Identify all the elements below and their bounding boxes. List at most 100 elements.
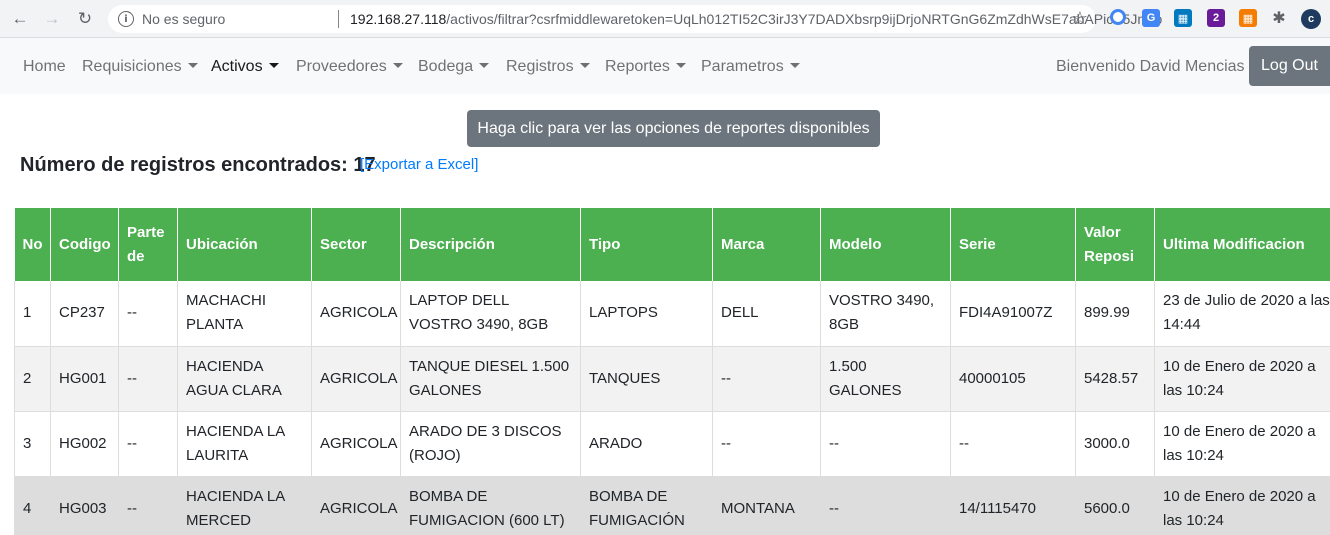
cell-ubicacion: MACHACHI PLANTA	[177, 281, 312, 347]
cell-valor: 3000.0	[1075, 411, 1155, 477]
header-ultima-modificacion[interactable]: Ultima Modificacion	[1154, 208, 1330, 281]
cell-serie: 40000105	[950, 346, 1076, 412]
welcome-text: Bienvenido David Mencias	[1056, 58, 1245, 75]
cell-tipo: ARADO	[580, 411, 713, 477]
assets-table: No Codigo Parte de Ubicación Sector Desc…	[14, 208, 1330, 535]
header-modelo[interactable]: Modelo	[820, 208, 951, 281]
header-no[interactable]: No	[14, 208, 51, 281]
cell-sector: AGRICOLA	[311, 476, 401, 535]
address-bar[interactable]: i No es seguro 192.168.27.118/activos/fi…	[108, 5, 1162, 33]
cell-codigo: HG002	[50, 411, 119, 477]
header-serie[interactable]: Serie	[950, 208, 1076, 281]
cell-modelo: 1.500 GALONES	[820, 346, 951, 412]
cell-sector: AGRICOLA	[311, 346, 401, 412]
cell-no: 2	[14, 346, 51, 412]
caret-down-icon	[675, 63, 686, 68]
cell-ubicacion: HACIENDA LA MERCED	[177, 476, 312, 535]
cell-descripcion: LAPTOP DELL VOSTRO 3490, 8GB	[400, 281, 581, 347]
cell-marca: --	[712, 411, 821, 477]
nav-activos[interactable]: Activos	[211, 58, 279, 76]
cell-marca: --	[712, 346, 821, 412]
cell-parte-de: --	[118, 411, 178, 477]
caret-down-icon	[579, 63, 590, 68]
export-excel-link[interactable]: [Exportar a Excel]	[360, 156, 478, 173]
header-ubicacion[interactable]: Ubicación	[177, 208, 312, 281]
cell-modificacion: 10 de Enero de 2020 a las 10:24	[1154, 411, 1330, 477]
cell-codigo: HG001	[50, 346, 119, 412]
records-count-heading: Número de registros encontrados: 17	[20, 154, 376, 176]
cell-serie: FDI4A91007Z	[950, 281, 1076, 347]
browser-toolbar: ← → ↻ i No es seguro 192.168.27.118/acti…	[0, 0, 1330, 38]
cell-sector: AGRICOLA	[311, 411, 401, 477]
table-row[interactable]: 3 HG002 -- HACIENDA LA LAURITA AGRICOLA …	[14, 411, 1330, 477]
table-row[interactable]: 4 HG003 -- HACIENDA LA MERCED AGRICOLA B…	[14, 476, 1330, 535]
nav-parametros[interactable]: Parametros	[701, 58, 800, 76]
nav-registros[interactable]: Registros	[506, 58, 590, 76]
caret-down-icon	[187, 63, 198, 68]
extension-grid-icon[interactable]: ▦	[1239, 9, 1257, 27]
cell-modelo: --	[820, 411, 951, 477]
cell-modificacion: 10 de Enero de 2020 a las 10:24	[1154, 476, 1330, 535]
header-tipo[interactable]: Tipo	[580, 208, 713, 281]
cell-valor: 5428.57	[1075, 346, 1155, 412]
logout-button[interactable]: Log Out	[1249, 46, 1330, 86]
reports-options-button[interactable]: Haga clic para ver las opciones de repor…	[467, 110, 880, 147]
cell-serie: --	[950, 411, 1076, 477]
cell-tipo: BOMBA DE FUMIGACIÓN	[580, 476, 713, 535]
cell-marca: DELL	[712, 281, 821, 347]
cell-no: 3	[14, 411, 51, 477]
header-codigo[interactable]: Codigo	[50, 208, 119, 281]
table-row[interactable]: 1 CP237 -- MACHACHI PLANTA AGRICOLA LAPT…	[14, 281, 1330, 347]
reload-icon[interactable]: ↻	[73, 7, 97, 31]
cell-ubicacion: HACIENDA LA LAURITA	[177, 411, 312, 477]
nav-reportes[interactable]: Reportes	[605, 58, 686, 76]
table-header-row: No Codigo Parte de Ubicación Sector Desc…	[14, 208, 1330, 281]
chrome-extension-icon[interactable]	[1110, 9, 1126, 25]
table-row[interactable]: 2 HG001 -- HACIENDA AGUA CLARA AGRICOLA …	[14, 346, 1330, 412]
nav-proveedores[interactable]: Proveedores	[296, 58, 403, 76]
puzzle-extensions-icon[interactable]: ✱	[1270, 9, 1288, 27]
extension-2-icon[interactable]: 2	[1207, 9, 1225, 27]
header-descripcion[interactable]: Descripción	[400, 208, 581, 281]
cell-modelo: VOSTRO 3490, 8GB	[820, 281, 951, 347]
bookmark-star-icon[interactable]: ☆	[1072, 8, 1088, 29]
cell-codigo: CP237	[50, 281, 119, 347]
back-arrow-icon[interactable]: ←	[8, 7, 32, 31]
header-sector[interactable]: Sector	[311, 208, 401, 281]
header-parte-de[interactable]: Parte de	[118, 208, 178, 281]
cell-ubicacion: HACIENDA AGUA CLARA	[177, 346, 312, 412]
forward-arrow-icon[interactable]: →	[40, 7, 64, 31]
caret-down-icon	[392, 63, 403, 68]
trello-extension-icon[interactable]: ▦	[1174, 9, 1192, 27]
cell-descripcion: ARADO DE 3 DISCOS (ROJO)	[400, 411, 581, 477]
profile-avatar-icon[interactable]: c	[1301, 9, 1321, 29]
cell-tipo: TANQUES	[580, 346, 713, 412]
caret-down-icon	[789, 63, 800, 68]
main-navbar: Home Requisiciones Activos Proveedores B…	[0, 38, 1330, 94]
url-text[interactable]: 192.168.27.118/activos/filtrar?csrfmiddl…	[350, 11, 1162, 27]
cell-modificacion: 10 de Enero de 2020 a las 10:24	[1154, 346, 1330, 412]
address-divider	[338, 10, 339, 28]
cell-tipo: LAPTOPS	[580, 281, 713, 347]
nav-requisiciones[interactable]: Requisiciones	[82, 58, 198, 76]
cell-descripcion: BOMBA DE FUMIGACION (600 LT)	[400, 476, 581, 535]
cell-marca: MONTANA	[712, 476, 821, 535]
translate-extension-icon[interactable]: G	[1142, 9, 1160, 27]
caret-down-icon	[268, 63, 279, 68]
cell-parte-de: --	[118, 476, 178, 535]
nav-bodega[interactable]: Bodega	[418, 58, 490, 76]
cell-modificacion: 23 de Julio de 2020 a las 14:44	[1154, 281, 1330, 347]
cell-no: 4	[14, 476, 51, 535]
info-icon[interactable]: i	[118, 11, 134, 27]
cell-modelo: --	[820, 476, 951, 535]
header-valor-reposi[interactable]: Valor Reposi	[1075, 208, 1155, 281]
cell-codigo: HG003	[50, 476, 119, 535]
cell-no: 1	[14, 281, 51, 347]
cell-parte-de: --	[118, 281, 178, 347]
cell-valor: 899.99	[1075, 281, 1155, 347]
not-secure-label: No es seguro	[142, 11, 226, 27]
cell-valor: 5600.0	[1075, 476, 1155, 535]
header-marca[interactable]: Marca	[712, 208, 821, 281]
nav-home[interactable]: Home	[23, 58, 66, 76]
cell-parte-de: --	[118, 346, 178, 412]
